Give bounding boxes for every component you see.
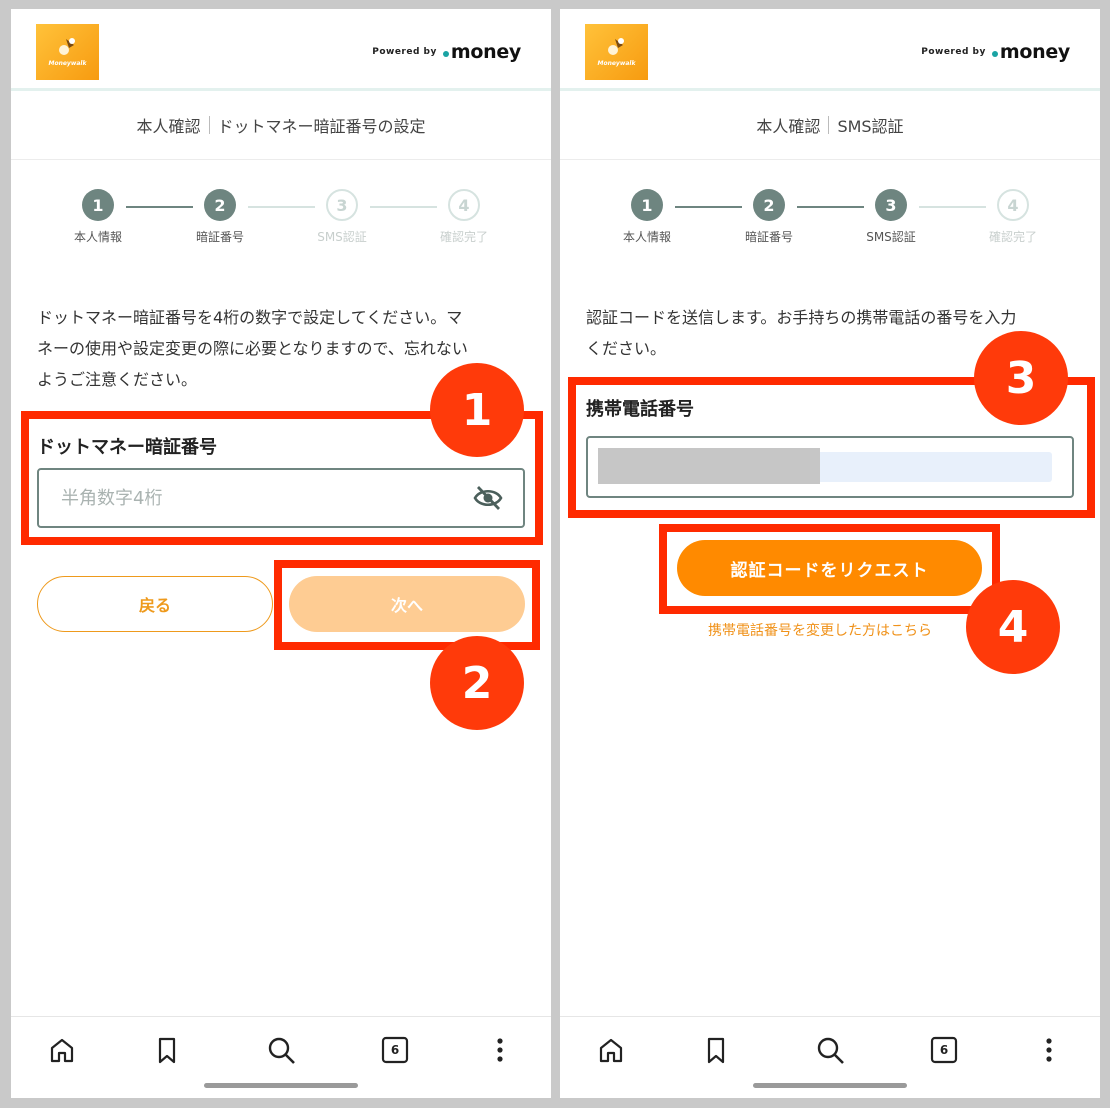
logo-text: Moneywalk — [597, 60, 636, 67]
powered-by: Powered by money — [372, 41, 521, 63]
screen-pin-setup: Moneywalk Powered by money 本人確認 ドットマネー暗証… — [11, 9, 551, 1098]
step-4: 4 確認完了 — [424, 189, 504, 245]
logo-text: Moneywalk — [48, 60, 87, 67]
home-icon — [599, 1038, 623, 1063]
search-icon — [268, 1037, 295, 1064]
step-number: 4 — [448, 189, 480, 221]
page-title: 本人確認 SMS認証 — [560, 91, 1100, 160]
powered-brand: money — [999, 41, 1070, 63]
step-number: 3 — [326, 189, 358, 221]
more-icon — [497, 1038, 503, 1062]
gesture-bar[interactable] — [204, 1083, 358, 1088]
step-3: 3 SMS認証 — [302, 189, 382, 245]
instruction-line: ドットマネー暗証番号を4桁の数字で設定してください。マ — [37, 308, 463, 327]
step-label: SMS認証 — [317, 230, 367, 244]
home-icon — [50, 1038, 74, 1063]
back-button[interactable]: 戻る — [37, 576, 273, 632]
powered-brand: money — [450, 41, 521, 63]
step-badge-2: 2 — [432, 638, 522, 728]
moneywalk-logo[interactable]: Moneywalk — [585, 24, 648, 80]
bookmark-icon — [707, 1037, 725, 1064]
screen-sms-auth: Moneywalk Powered by money 本人確認 SMS認証 1 … — [560, 9, 1100, 1098]
step-label: 確認完了 — [439, 230, 488, 244]
highlight-box-request — [659, 524, 1000, 614]
step-number: 2 — [204, 189, 236, 221]
step-label: SMS認証 — [866, 230, 916, 244]
step-2: 2 暗証番号 — [180, 189, 260, 245]
home-button[interactable] — [596, 1035, 626, 1065]
brand-dot-icon — [991, 51, 998, 57]
change-phone-link[interactable]: 携帯電話番号を変更した方はこちら — [708, 620, 932, 640]
page-title-part2: ドットマネー暗証番号の設定 — [217, 117, 426, 136]
step-badge-4: 4 — [968, 582, 1058, 672]
more-button[interactable] — [485, 1035, 515, 1065]
tab-count: 6 — [939, 1043, 949, 1057]
step-badge-3: 3 — [976, 333, 1066, 423]
step-label: 暗証番号 — [744, 230, 793, 244]
progress-stepper: 1 本人情報 2 暗証番号 3 SMS認証 4 確認完了 — [560, 189, 1100, 259]
step-1: 1 本人情報 — [58, 189, 138, 245]
page-title-part1: 本人確認 — [756, 117, 821, 136]
progress-stepper: 1 本人情報 2 暗証番号 3 SMS認証 4 確認完了 — [11, 189, 551, 259]
more-icon — [1046, 1038, 1052, 1062]
gesture-bar[interactable] — [753, 1083, 907, 1088]
step-number: 1 — [631, 189, 663, 221]
step-number: 3 — [875, 189, 907, 221]
page-title: 本人確認 ドットマネー暗証番号の設定 — [11, 91, 551, 160]
step-2: 2 暗証番号 — [729, 189, 809, 245]
search-icon — [817, 1037, 844, 1064]
step-1: 1 本人情報 — [607, 189, 687, 245]
page-title-part1: 本人確認 — [136, 117, 201, 136]
logo-mark-icon — [59, 38, 75, 55]
step-label: 本人情報 — [622, 230, 671, 244]
step-label: 本人情報 — [73, 230, 122, 244]
home-button[interactable] — [47, 1035, 77, 1065]
header: Moneywalk Powered by money — [560, 9, 1100, 89]
search-button[interactable] — [266, 1035, 296, 1065]
step-4: 4 確認完了 — [973, 189, 1053, 245]
more-button[interactable] — [1034, 1035, 1064, 1065]
instruction-line: ネーの使用や設定変更の際に必要となりますので、忘れない — [37, 339, 468, 358]
step-number: 1 — [82, 189, 114, 221]
step-number: 2 — [753, 189, 785, 221]
step-number: 4 — [997, 189, 1029, 221]
tab-count: 6 — [390, 1043, 400, 1057]
title-separator — [828, 116, 830, 134]
bookmark-button[interactable] — [152, 1035, 182, 1065]
powered-by-label: Powered by — [921, 47, 986, 57]
powered-by: Powered by money — [921, 41, 1070, 63]
logo-mark-icon — [608, 38, 624, 55]
step-3: 3 SMS認証 — [851, 189, 931, 245]
step-badge-1: 1 — [432, 365, 522, 455]
moneywalk-logo[interactable]: Moneywalk — [36, 24, 99, 80]
search-button[interactable] — [815, 1035, 845, 1065]
bookmark-icon — [158, 1037, 176, 1064]
tabs-button[interactable]: 6 — [380, 1035, 410, 1065]
step-label: 暗証番号 — [195, 230, 244, 244]
step-label: 確認完了 — [988, 230, 1037, 244]
powered-by-label: Powered by — [372, 47, 437, 57]
tabs-button[interactable]: 6 — [929, 1035, 959, 1065]
instruction-line: 認証コードを送信します。お手持ちの携帯電話の番号を入力 — [586, 308, 1017, 327]
header: Moneywalk Powered by money — [11, 9, 551, 89]
brand-dot-icon — [442, 51, 449, 57]
bookmark-button[interactable] — [701, 1035, 731, 1065]
highlight-box-next — [274, 560, 540, 650]
page-title-part2: SMS認証 — [837, 117, 904, 136]
title-separator — [208, 116, 210, 134]
